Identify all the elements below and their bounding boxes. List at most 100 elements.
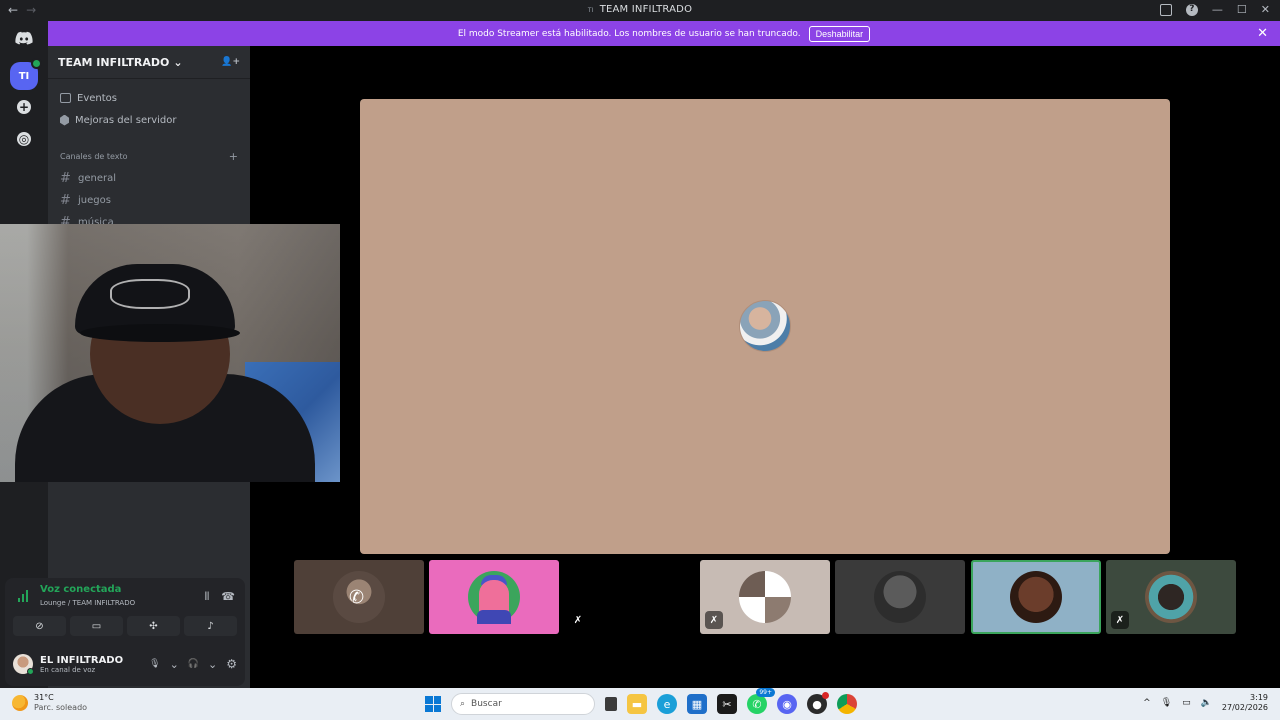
plus-icon: + [17, 100, 31, 114]
edge-browser-icon[interactable]: e [657, 694, 677, 714]
activities-icon: ✣ [149, 620, 158, 632]
noise-suppression-icon[interactable]: ⫴ [205, 590, 210, 604]
voice-connection-panel: Voz conectada Lounge / TEAM INFILTRADO ⫴… [5, 578, 245, 686]
participant-tile-speaking[interactable] [971, 560, 1101, 634]
focused-participant-tile[interactable] [360, 99, 1170, 554]
create-channel-icon[interactable]: + [229, 150, 238, 163]
invite-people-icon[interactable]: 👤+ [221, 57, 240, 67]
sidebar-item-server-boosts[interactable]: Mejoras del servidor [48, 109, 250, 131]
soundboard-icon: ♪ [207, 620, 214, 632]
disable-streamer-button[interactable]: Deshabilitar [808, 25, 871, 42]
taskbar-search[interactable]: ⌕ Buscar [451, 693, 595, 715]
channel-juegos[interactable]: # juegos [48, 189, 250, 211]
channel-label: juegos [78, 194, 111, 206]
maximize-icon[interactable]: ☐ [1237, 3, 1247, 16]
category-text-channels[interactable]: Canales de texto + [48, 145, 250, 167]
whatsapp-icon[interactable]: ✆ 99+ [747, 688, 775, 714]
voice-status[interactable]: Voz conectada [40, 584, 121, 595]
close-icon[interactable]: ✕ [1261, 3, 1270, 16]
task-view-icon[interactable] [605, 697, 617, 711]
server-icon-team-infiltrado[interactable]: TI [10, 58, 42, 90]
network-icon[interactable]: ▭ [1182, 698, 1191, 708]
webcam-cap-brim [80, 324, 240, 342]
microphone-tray-icon[interactable]: 🎙 [1161, 698, 1172, 708]
chevron-down-icon[interactable]: ⌄ [170, 658, 179, 671]
clock-time: 3:19 [1250, 693, 1268, 702]
participant-strip: ✆ ✗ ✗ ✗ [294, 560, 1238, 634]
server-name: TEAM INFILTRADO [58, 55, 170, 69]
voice-channel-path: Lounge / TEAM INFILTRADO [40, 599, 136, 607]
window-title-server-icon: TI [587, 7, 594, 14]
hashtag-icon: # [60, 170, 71, 186]
boost-icon [60, 114, 69, 126]
windows-start-icon[interactable] [425, 696, 441, 712]
search-icon: ⌕ [460, 699, 466, 709]
activities-button[interactable]: ✣ [127, 616, 180, 636]
weather-widget[interactable]: 31°C Parc. soleado [12, 693, 87, 713]
sidebar-item-label: Mejoras del servidor [75, 114, 177, 126]
search-placeholder: Buscar [471, 699, 502, 709]
streamer-mode-banner: El modo Streamer está habilitado. Los no… [48, 21, 1280, 46]
discord-home-icon[interactable] [10, 24, 38, 52]
online-status-icon [27, 668, 34, 675]
participant-tile[interactable] [429, 560, 559, 634]
add-server-button[interactable]: + [10, 93, 38, 121]
explore-servers-button[interactable]: ◎ [10, 125, 38, 153]
participant-avatar [1010, 571, 1062, 623]
chevron-down-icon[interactable]: ⌄ [208, 658, 217, 671]
muted-mic-icon: ✗ [705, 611, 723, 629]
volume-icon[interactable]: 🔈 [1201, 698, 1212, 708]
minimize-icon[interactable]: — [1212, 3, 1223, 16]
clock-date: 27/02/2026 [1221, 703, 1268, 712]
tray-overflow-icon[interactable]: ^ [1143, 698, 1151, 708]
taskbar-apps: ⌕ Buscar ▬ e ▦ ✂ ✆ 99+ ◉ ● [425, 688, 857, 715]
title-bar: ← → TI TEAM INFILTRADO ? — ☐ ✕ [0, 0, 1280, 21]
avatar-character-body [477, 610, 511, 624]
file-explorer-icon[interactable]: ▬ [627, 694, 647, 714]
sidebar-item-events[interactable]: Eventos [48, 87, 250, 109]
disconnect-icon[interactable]: ☎ [221, 590, 235, 604]
channel-general[interactable]: # general [48, 167, 250, 189]
participant-avatar [739, 300, 791, 352]
share-screen-button[interactable]: ▭ [70, 616, 123, 636]
signal-strength-icon[interactable] [18, 590, 30, 602]
capcut-icon[interactable]: ✂ [717, 694, 737, 714]
inbox-icon[interactable] [1159, 3, 1172, 16]
soundboard-button[interactable]: ♪ [184, 616, 237, 636]
sun-icon [12, 695, 28, 711]
windows-taskbar: 31°C Parc. soleado ⌕ Buscar ▬ e ▦ ✂ ✆ 99+… [0, 688, 1280, 720]
discord-taskbar-icon[interactable]: ◉ [777, 694, 797, 714]
microphone-icon[interactable]: 🎙 [149, 659, 160, 669]
screen-share-icon: ▭ [91, 620, 102, 632]
store-icon[interactable]: ▦ [687, 694, 707, 714]
clock[interactable]: 3:19 27/02/2026 [1222, 693, 1268, 713]
participant-tile[interactable] [835, 560, 965, 634]
channel-label: general [78, 172, 117, 184]
participant-tile[interactable]: ✆ [294, 560, 424, 634]
server-header[interactable]: TEAM INFILTRADO ⌄ 👤+ [48, 46, 250, 79]
compass-icon: ◎ [17, 132, 31, 146]
participant-tile[interactable]: ✗ [564, 560, 694, 634]
muted-mic-icon: ✗ [573, 614, 583, 626]
participant-avatar [739, 571, 791, 623]
voice-call-stage: ✆ ✗ ✗ ✗ [250, 46, 1280, 688]
user-status: En canal de voz [40, 665, 96, 674]
chrome-icon[interactable] [837, 694, 857, 714]
help-icon[interactable]: ? [1185, 3, 1198, 16]
notification-badge: 99+ [756, 688, 775, 697]
avatar[interactable] [13, 654, 34, 675]
participant-tile[interactable]: ✗ [700, 560, 830, 634]
weather-temp: 31°C [34, 693, 54, 702]
username: EL INFILTRADO [40, 654, 124, 666]
camera-off-button[interactable]: ⊘ [13, 616, 66, 636]
voice-actions: ⫴ ☎ [205, 590, 235, 604]
settings-gear-icon[interactable]: ⚙ [226, 657, 237, 671]
headphones-icon[interactable]: 🎧 [188, 659, 199, 669]
muted-mic-icon: ✗ [1111, 611, 1129, 629]
user-names[interactable]: EL INFILTRADO En canal de voz [40, 655, 123, 674]
notification-dot-icon [822, 692, 829, 699]
banner-close-icon[interactable]: ✕ [1257, 26, 1268, 41]
participant-tile[interactable]: ✗ [1106, 560, 1236, 634]
app-icon[interactable]: ● [807, 692, 829, 714]
participant-avatar [1145, 571, 1197, 623]
